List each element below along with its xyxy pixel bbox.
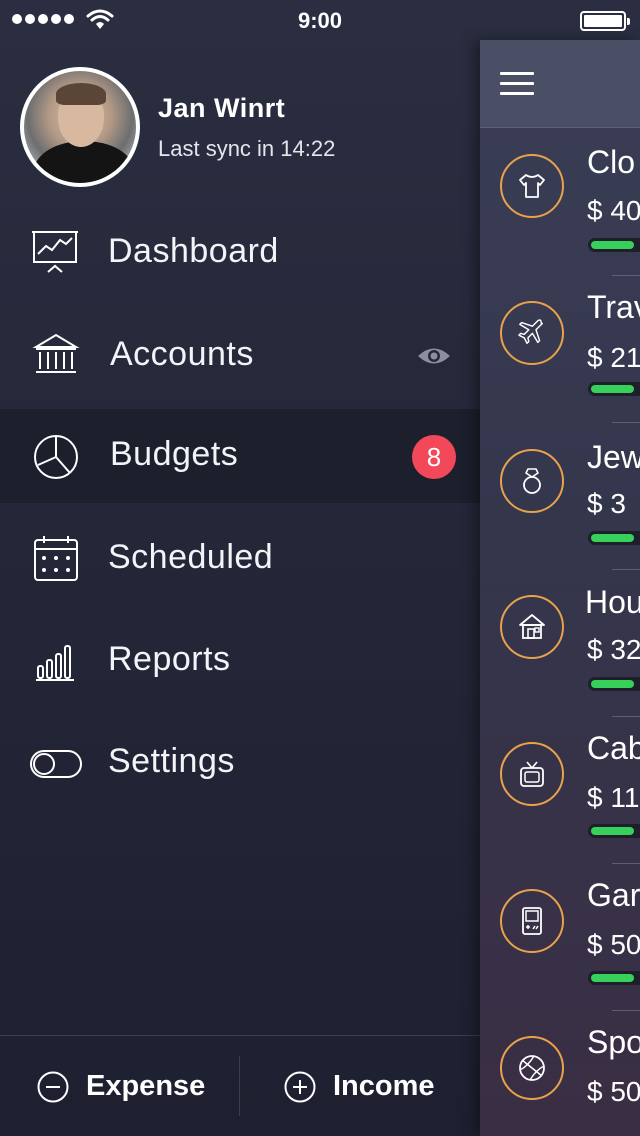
row-separator	[612, 863, 640, 864]
budgets-count-badge: 8	[412, 435, 456, 479]
main-content-panel[interactable]: Clo $ 40 Trav $ 21 Jew $ 3	[480, 40, 640, 1136]
menu-label-reports: Reports	[108, 640, 231, 678]
budget-progress-bar	[588, 971, 640, 985]
menu-label-budgets: Budgets	[110, 435, 239, 473]
budget-progress-bar	[588, 382, 640, 396]
menu-item-accounts[interactable]: Accounts	[0, 309, 480, 403]
eye-icon[interactable]	[416, 345, 452, 367]
bar-chart-icon	[36, 645, 74, 681]
last-sync-text: Last sync in 14:22	[158, 136, 336, 161]
menu-label-dashboard: Dashboard	[108, 232, 279, 270]
menu-label-settings: Settings	[108, 742, 235, 780]
pie-chart-icon	[34, 435, 78, 479]
budget-name: Gar	[587, 877, 640, 913]
budget-name: Cab	[587, 730, 640, 766]
budget-progress-bar	[588, 677, 640, 691]
budget-row[interactable]: Cab $ 11	[480, 716, 640, 863]
budget-amount: $ 11	[587, 782, 640, 813]
budget-name: Clo	[587, 144, 636, 180]
budget-row[interactable]: Jew $ 3	[480, 422, 640, 569]
app-screen: 9:00 Jan Winrt Last sync in 14:22 Dashbo…	[0, 0, 640, 1136]
budget-row[interactable]: Trav $ 21	[480, 275, 640, 422]
menu-item-dashboard[interactable]: Dashboard	[0, 206, 480, 300]
status-bar: 9:00	[0, 0, 640, 40]
menu-item-reports[interactable]: Reports	[0, 614, 480, 708]
basketball-icon	[500, 1036, 564, 1100]
expense-label: Expense	[86, 1070, 206, 1102]
avatar[interactable]	[20, 67, 140, 187]
budget-name: Spo	[587, 1024, 640, 1060]
row-separator	[612, 275, 640, 276]
tv-icon	[500, 742, 564, 806]
income-button[interactable]: Income	[240, 1036, 480, 1136]
row-separator	[612, 422, 640, 423]
calendar-icon	[34, 536, 78, 581]
budget-row[interactable]: Hou $ 32	[480, 569, 640, 716]
main-header	[480, 40, 640, 128]
budget-row[interactable]: Spo $ 50	[480, 1010, 640, 1136]
budget-progress-bar	[588, 824, 640, 838]
shirt-icon	[500, 154, 564, 218]
menu-item-budgets[interactable]: Budgets 8	[0, 409, 480, 503]
budget-progress-bar	[588, 238, 640, 252]
menu-label-accounts: Accounts	[110, 335, 254, 373]
bank-icon	[32, 333, 80, 373]
budget-progress-bar	[588, 531, 640, 545]
budget-row[interactable]: Gar $ 50	[480, 863, 640, 1010]
budget-amount: $ 3	[587, 488, 626, 519]
budget-name: Trav	[587, 289, 640, 325]
budget-name: Hou	[585, 584, 640, 620]
hamburger-menu-icon[interactable]	[500, 72, 534, 96]
menu-item-scheduled[interactable]: Scheduled	[0, 512, 480, 606]
plus-circle-icon	[284, 1071, 316, 1103]
bottom-action-bar: Expense Income	[0, 1035, 480, 1136]
budget-amount: $ 50	[587, 1076, 640, 1107]
budget-amount: $ 40	[587, 195, 640, 226]
row-separator	[612, 1010, 640, 1011]
budget-amount: $ 32	[587, 634, 640, 665]
budget-name: Jew	[587, 439, 640, 475]
menu-item-settings[interactable]: Settings	[0, 716, 480, 810]
airplane-icon	[500, 301, 564, 365]
minus-circle-icon	[37, 1071, 69, 1103]
income-label: Income	[333, 1070, 435, 1102]
budget-amount: $ 21	[587, 342, 640, 373]
row-separator	[612, 716, 640, 717]
expense-button[interactable]: Expense	[0, 1036, 239, 1136]
battery-icon	[580, 11, 630, 31]
status-time: 9:00	[297, 8, 343, 33]
row-separator	[612, 569, 640, 570]
user-name: Jan Winrt	[158, 93, 286, 123]
presentation-chart-icon	[32, 231, 78, 273]
house-icon	[500, 595, 564, 659]
budget-row[interactable]: Clo $ 40	[480, 128, 640, 275]
budget-amount: $ 50	[587, 929, 640, 960]
menu-label-scheduled: Scheduled	[108, 538, 274, 576]
gameboy-icon	[500, 889, 564, 953]
toggle-icon	[30, 750, 82, 778]
ring-icon	[500, 449, 564, 513]
